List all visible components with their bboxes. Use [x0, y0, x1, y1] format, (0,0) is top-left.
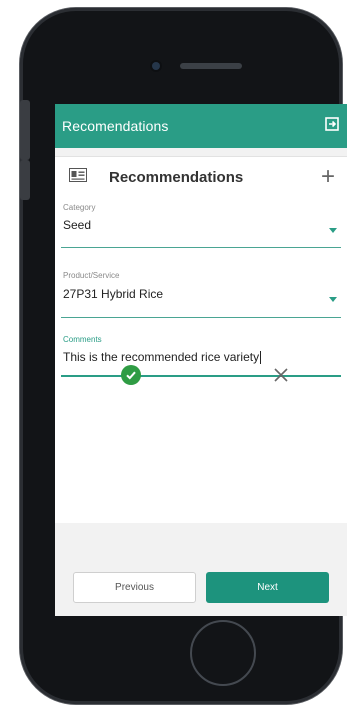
- logout-icon[interactable]: [324, 116, 340, 137]
- volume-up-button: [20, 110, 30, 150]
- product-service-label: Product/Service: [63, 271, 120, 280]
- category-dropdown[interactable]: Category Seed: [57, 203, 341, 255]
- card-header: Recommendations +: [55, 157, 347, 197]
- product-service-underline: [61, 317, 341, 318]
- plus-icon[interactable]: +: [317, 165, 339, 189]
- app-screen: Recomendations Recommendations + Categor…: [55, 104, 347, 616]
- category-label: Category: [63, 203, 96, 212]
- chevron-down-icon: [329, 228, 337, 233]
- card-title: Recommendations: [109, 168, 244, 186]
- product-service-dropdown[interactable]: Product/Service 27P31 Hybrid Rice: [57, 271, 341, 323]
- close-icon[interactable]: [271, 365, 291, 385]
- recommendations-card: Recommendations + Category Seed Product/…: [55, 156, 347, 523]
- chevron-down-icon: [329, 297, 337, 302]
- comments-input[interactable]: This is the recommended rice variety: [63, 350, 341, 365]
- comments-field[interactable]: Comments This is the recommended rice va…: [57, 335, 341, 377]
- product-service-value: 27P31 Hybrid Rice: [63, 287, 164, 301]
- check-circle-icon[interactable]: [121, 365, 141, 385]
- comments-label: Comments: [63, 335, 102, 344]
- comments-underline: [61, 375, 341, 377]
- app-bar: Recomendations: [55, 104, 347, 148]
- text-cursor: [260, 351, 262, 365]
- volume-down-button: [20, 160, 30, 200]
- id-card-icon: [69, 167, 109, 187]
- category-value: Seed: [63, 218, 92, 232]
- comments-text: This is the recommended rice variety: [63, 350, 260, 364]
- app-bar-title: Recomendations: [62, 118, 169, 134]
- category-underline: [61, 247, 341, 248]
- home-button[interactable]: [190, 620, 256, 686]
- previous-button[interactable]: Previous: [73, 572, 196, 603]
- front-camera: [152, 62, 160, 70]
- earpiece-speaker: [180, 63, 242, 69]
- next-button[interactable]: Next: [206, 572, 329, 603]
